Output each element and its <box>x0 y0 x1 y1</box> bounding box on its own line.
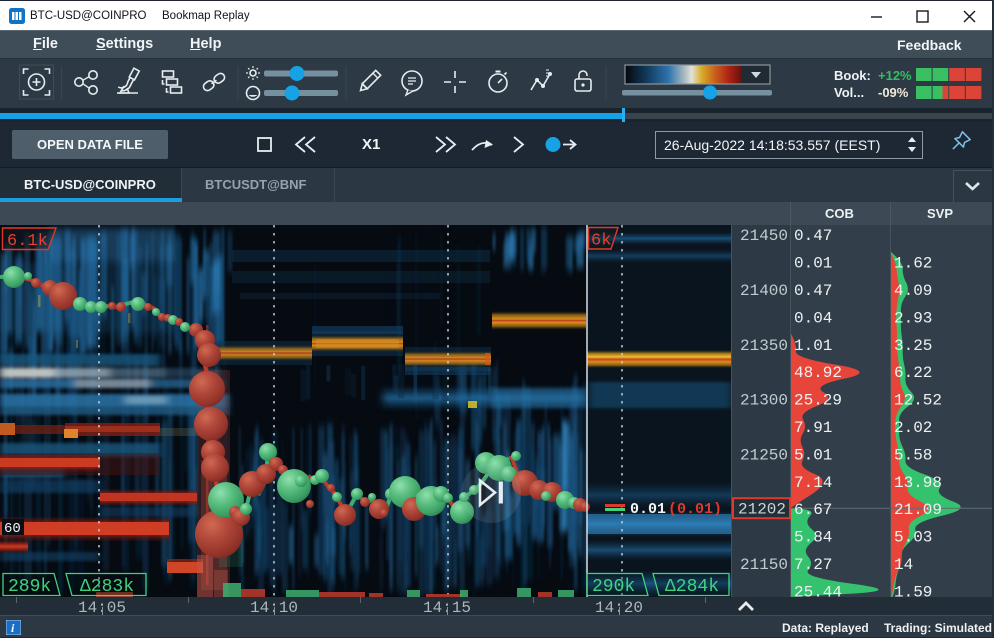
svg-text:7.27: 7.27 <box>794 556 832 574</box>
svg-text:7.91: 7.91 <box>794 419 832 437</box>
svg-text:5.03: 5.03 <box>894 529 932 547</box>
svg-text:25.29: 25.29 <box>794 392 842 410</box>
svg-text:1.59: 1.59 <box>894 583 932 597</box>
svg-text:5.01: 5.01 <box>794 446 832 464</box>
svg-text:1.62: 1.62 <box>894 255 932 273</box>
svg-text:6.22: 6.22 <box>894 364 932 382</box>
svg-text:21.09: 21.09 <box>894 501 942 519</box>
svg-text:0.47: 0.47 <box>794 282 832 300</box>
svg-text:5.84: 5.84 <box>794 529 832 547</box>
svg-text:4.09: 4.09 <box>894 282 932 300</box>
svg-text:21250: 21250 <box>740 446 788 464</box>
svg-text:21202: 21202 <box>738 501 786 519</box>
svg-text:0.01: 0.01 <box>794 255 832 273</box>
svg-text:21150: 21150 <box>740 556 788 574</box>
svg-text:0.47: 0.47 <box>794 227 832 245</box>
svg-text:21400: 21400 <box>740 282 788 300</box>
svg-text:21350: 21350 <box>740 337 788 355</box>
svg-text:6.67: 6.67 <box>794 501 832 519</box>
svg-text:5.58: 5.58 <box>894 446 932 464</box>
svg-text:25.44: 25.44 <box>794 583 842 597</box>
svg-text:21450: 21450 <box>740 227 788 245</box>
svg-text:1.01: 1.01 <box>794 337 832 355</box>
svg-text:21300: 21300 <box>740 392 788 410</box>
svg-text:13.98: 13.98 <box>894 474 942 492</box>
svg-text:48.92: 48.92 <box>794 364 842 382</box>
svg-text:0.04: 0.04 <box>794 309 832 327</box>
svg-text:2.93: 2.93 <box>894 309 932 327</box>
svg-text:14: 14 <box>894 556 913 574</box>
svg-text:12.52: 12.52 <box>894 392 942 410</box>
svg-text:2.02: 2.02 <box>894 419 932 437</box>
svg-text:7.14: 7.14 <box>794 474 832 492</box>
svg-text:3.25: 3.25 <box>894 337 932 355</box>
